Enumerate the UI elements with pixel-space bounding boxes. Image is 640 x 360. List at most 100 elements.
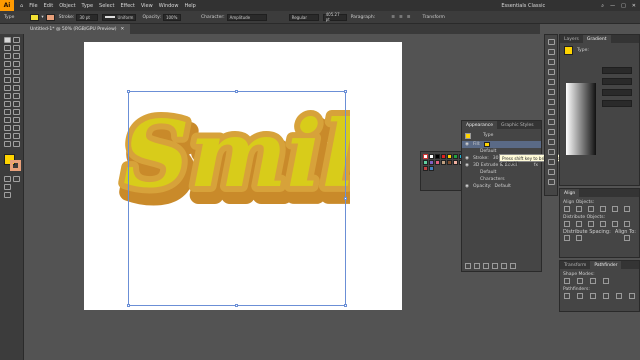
distribute-bottom-icon[interactable] bbox=[588, 221, 594, 227]
rectangle-tool-icon[interactable] bbox=[4, 69, 11, 75]
color-panel-icon[interactable] bbox=[548, 39, 555, 45]
fill-color-swatch[interactable] bbox=[484, 142, 491, 147]
characters-label[interactable]: Characters bbox=[480, 177, 505, 182]
mesh-tool-icon[interactable] bbox=[4, 109, 11, 115]
eye-icon[interactable]: ◉ bbox=[465, 142, 469, 147]
menu-file[interactable]: File bbox=[29, 3, 37, 9]
swatch[interactable] bbox=[441, 160, 446, 165]
gradient-mode-icon[interactable] bbox=[13, 176, 20, 182]
menu-view[interactable]: View bbox=[141, 3, 153, 9]
merge-icon[interactable] bbox=[590, 293, 596, 299]
add-stroke-icon[interactable] bbox=[465, 263, 471, 269]
eyedropper-tool-icon[interactable] bbox=[4, 117, 11, 123]
align-left-icon[interactable]: ≡ bbox=[391, 15, 395, 20]
artboard-tool-icon[interactable] bbox=[4, 133, 11, 139]
stroke-panel-icon[interactable] bbox=[548, 89, 555, 95]
object-opacity-value[interactable]: Default bbox=[494, 184, 510, 189]
character-panel-icon[interactable] bbox=[548, 159, 555, 165]
draw-mode-icon[interactable] bbox=[4, 184, 11, 190]
align-left-edge-icon[interactable] bbox=[564, 206, 570, 212]
swatch[interactable] bbox=[423, 160, 428, 165]
handle-middle-right[interactable] bbox=[344, 197, 347, 200]
shape-builder-tool-icon[interactable] bbox=[4, 101, 11, 107]
distribute-right-icon[interactable] bbox=[624, 221, 630, 227]
swatch[interactable] bbox=[435, 160, 440, 165]
eye-icon[interactable]: ◉ bbox=[465, 163, 469, 168]
menu-object[interactable]: Object bbox=[59, 3, 75, 9]
brushes-panel-icon[interactable] bbox=[548, 69, 555, 75]
layers-panel-icon[interactable] bbox=[548, 139, 555, 145]
tab-align[interactable]: Align bbox=[560, 189, 580, 197]
exclude-icon[interactable] bbox=[603, 278, 609, 284]
swatch[interactable] bbox=[429, 154, 434, 159]
stroke-profile-select[interactable]: Uniform bbox=[102, 13, 137, 21]
tab-appearance[interactable]: Appearance bbox=[462, 121, 498, 129]
tab-layers[interactable]: Layers bbox=[560, 35, 583, 43]
stroke-weight-field[interactable]: 30 pt bbox=[76, 13, 99, 21]
gradient-preview-swatch[interactable] bbox=[564, 46, 573, 55]
align-right-icon[interactable]: ≡ bbox=[407, 15, 411, 20]
line-tool-icon[interactable] bbox=[13, 61, 20, 67]
perspective-grid-tool-icon[interactable] bbox=[13, 101, 20, 107]
pen-tool-icon[interactable] bbox=[4, 53, 11, 59]
document-tab[interactable]: Untitled-1* @ 50% (RGB/GPU Preview) ✕ bbox=[24, 24, 131, 34]
fill-row[interactable]: ◉ Fill: bbox=[462, 141, 541, 148]
lasso-tool-icon[interactable] bbox=[13, 45, 20, 51]
menu-edit[interactable]: Edit bbox=[44, 3, 54, 9]
gradient-tool-icon[interactable] bbox=[13, 109, 20, 115]
handle-top-center[interactable] bbox=[235, 90, 238, 93]
distribute-vcenter-icon[interactable] bbox=[576, 221, 582, 227]
stroke-color-box[interactable] bbox=[10, 160, 21, 171]
color-guide-icon[interactable] bbox=[548, 49, 555, 55]
align-bottom-edge-icon[interactable] bbox=[624, 206, 630, 212]
symbols-panel-icon[interactable] bbox=[548, 79, 555, 85]
direct-selection-tool-icon[interactable] bbox=[13, 37, 20, 43]
font-size-field[interactable]: 405.27 pt bbox=[322, 12, 347, 22]
transform-link[interactable]: Transform bbox=[423, 15, 445, 20]
handle-top-right[interactable] bbox=[344, 90, 347, 93]
curvature-tool-icon[interactable] bbox=[13, 53, 20, 59]
swatch[interactable] bbox=[447, 160, 452, 165]
handle-top-left[interactable] bbox=[127, 90, 130, 93]
handle-bottom-right[interactable] bbox=[344, 304, 347, 307]
swatch[interactable] bbox=[429, 166, 434, 171]
selection-bounding-box[interactable] bbox=[127, 90, 347, 307]
tab-gradient[interactable]: Gradient bbox=[582, 35, 611, 43]
graphic-styles-icon[interactable] bbox=[548, 129, 555, 135]
minus-front-icon[interactable] bbox=[577, 278, 583, 284]
menu-help[interactable]: Help bbox=[184, 3, 195, 9]
opentype-panel-icon[interactable] bbox=[548, 179, 555, 185]
paintbrush-tool-icon[interactable] bbox=[13, 69, 20, 75]
distribute-left-icon[interactable] bbox=[600, 221, 606, 227]
menu-type[interactable]: Type bbox=[82, 3, 93, 9]
swatches-panel-icon[interactable] bbox=[548, 59, 555, 65]
duplicate-item-icon[interactable] bbox=[501, 263, 507, 269]
artboards-panel-icon[interactable] bbox=[548, 149, 555, 155]
search-icon[interactable]: ⌕ bbox=[601, 3, 604, 9]
hand-tool-icon[interactable] bbox=[4, 141, 11, 147]
stroke-swatch[interactable] bbox=[45, 13, 55, 21]
minimize-button[interactable]: — bbox=[610, 3, 615, 9]
opacity-field[interactable]: 100% bbox=[162, 13, 181, 21]
eye-icon[interactable]: ◉ bbox=[465, 156, 469, 161]
column-graph-tool-icon[interactable] bbox=[13, 125, 20, 131]
symbol-sprayer-tool-icon[interactable] bbox=[4, 125, 11, 131]
align-top-edge-icon[interactable] bbox=[600, 206, 606, 212]
gradient-ramp[interactable] bbox=[566, 83, 596, 155]
handle-bottom-left[interactable] bbox=[127, 304, 130, 307]
trim-icon[interactable] bbox=[577, 293, 583, 299]
color-mode-icon[interactable] bbox=[4, 176, 11, 182]
crop-icon[interactable] bbox=[603, 293, 609, 299]
align-to-selection-icon[interactable] bbox=[624, 235, 630, 241]
workspace-switcher[interactable]: Essentials Classic bbox=[501, 3, 545, 9]
distribute-hcenter-icon[interactable] bbox=[612, 221, 618, 227]
appearance-panel-icon[interactable] bbox=[548, 119, 555, 125]
blend-tool-icon[interactable] bbox=[13, 117, 20, 123]
rotate-tool-icon[interactable] bbox=[4, 85, 11, 91]
characters-row[interactable]: Characters bbox=[462, 176, 541, 183]
gradient-opacity-field[interactable] bbox=[602, 100, 632, 107]
swatch[interactable] bbox=[423, 166, 428, 171]
type-tool-icon[interactable] bbox=[4, 61, 11, 67]
swatch[interactable] bbox=[435, 154, 440, 159]
menu-select[interactable]: Select bbox=[99, 3, 114, 9]
